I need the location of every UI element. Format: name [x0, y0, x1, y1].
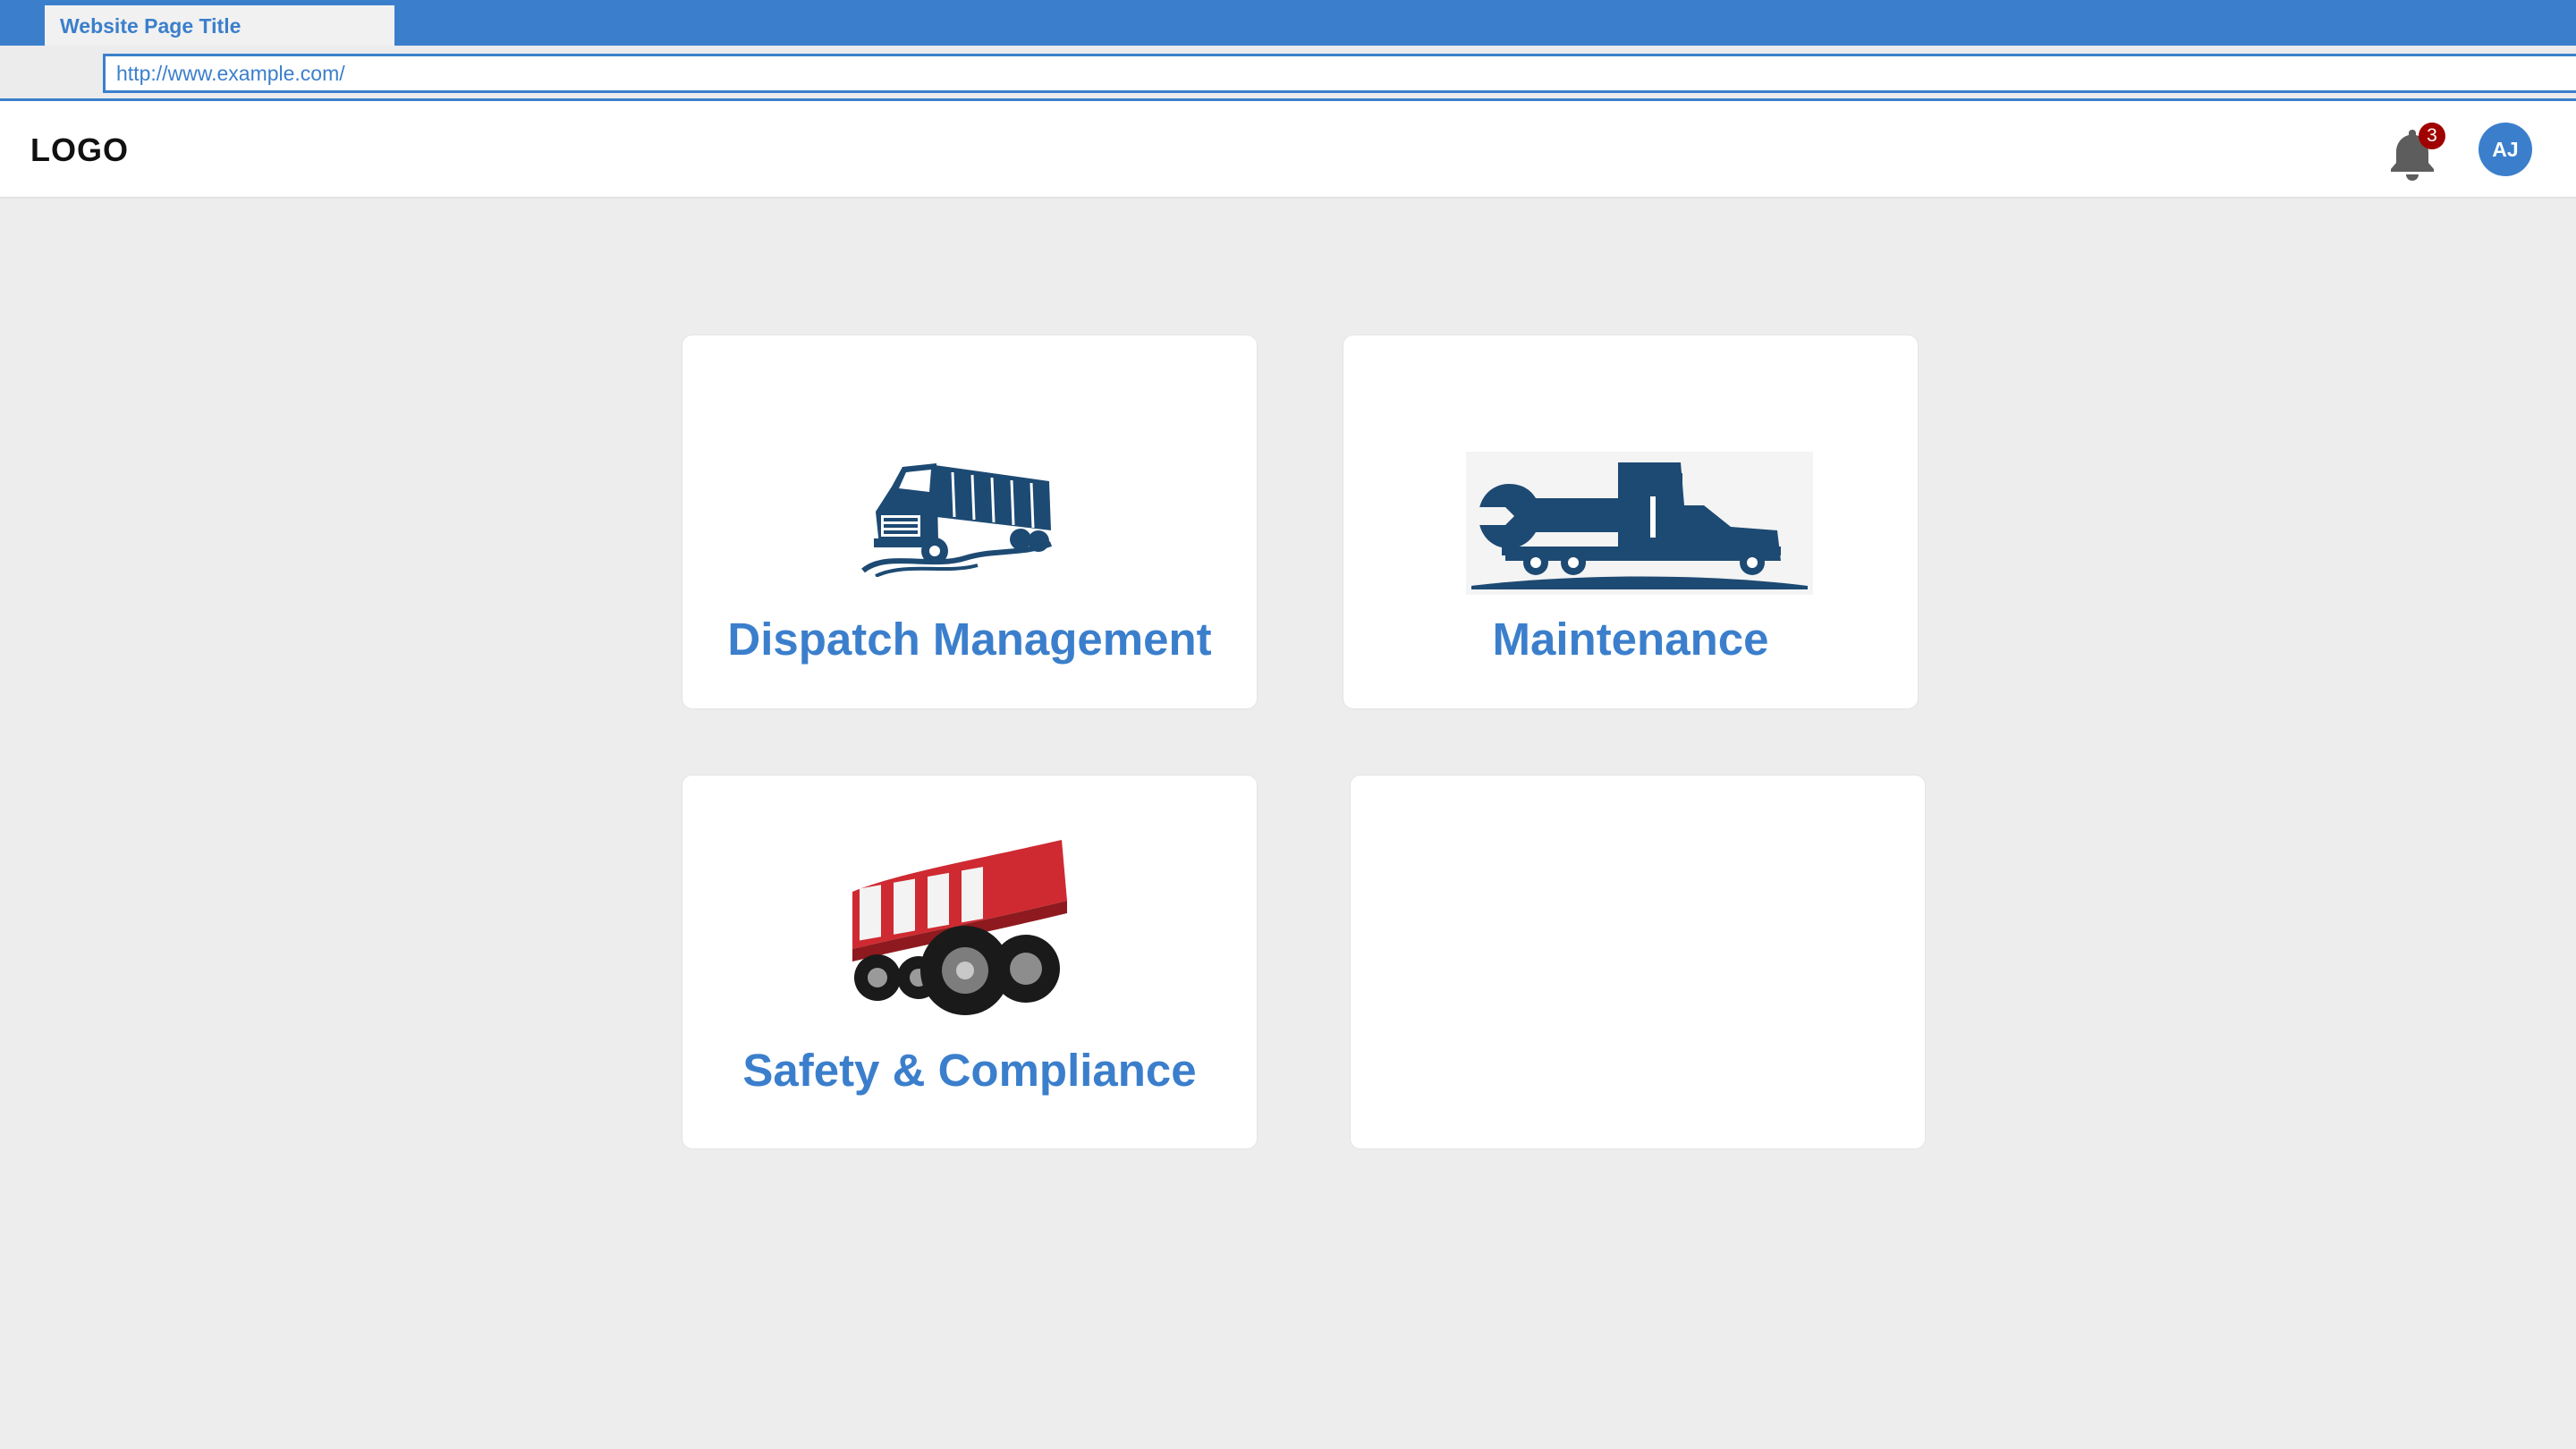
safety-wheels-icon: [852, 840, 1067, 1015]
maintenance-title: Maintenance: [1492, 614, 1769, 665]
notification-badge: 3: [2419, 123, 2445, 149]
app-header: LOGO 3 AJ: [0, 101, 2576, 199]
browser-address-bar: http://www.example.com/: [0, 46, 2576, 99]
browser-tab-title: Website Page Title: [60, 14, 242, 38]
browser-tab-bar: Website Page Title: [0, 0, 2576, 46]
safety-compliance-card[interactable]: Safety & Compliance: [682, 775, 1258, 1149]
safety-compliance-title: Safety & Compliance: [742, 1045, 1197, 1096]
url-input[interactable]: http://www.example.com/: [103, 54, 2576, 93]
empty-module-card[interactable]: [1350, 775, 1926, 1149]
truck-wrench-icon: [1466, 452, 1813, 595]
maintenance-card[interactable]: Maintenance: [1343, 335, 1919, 709]
url-text: http://www.example.com/: [116, 62, 345, 85]
semi-truck-icon: [861, 463, 1053, 577]
dispatch-management-title: Dispatch Management: [727, 614, 1212, 665]
dispatch-management-card[interactable]: Dispatch Management: [682, 335, 1258, 709]
logo[interactable]: LOGO: [30, 131, 129, 169]
user-avatar[interactable]: AJ: [2479, 123, 2532, 176]
browser-tab[interactable]: Website Page Title: [45, 5, 394, 46]
